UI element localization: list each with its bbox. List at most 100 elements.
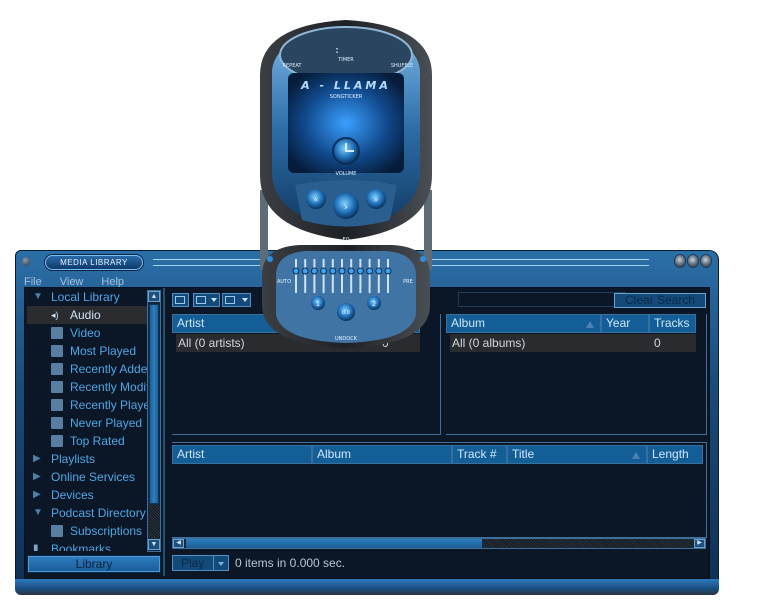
eq-slider-handle[interactable]	[356, 267, 364, 275]
eq-slider-track[interactable]	[322, 259, 325, 293]
column-header-album[interactable]: Album	[446, 314, 601, 333]
window-menu-knob[interactable]	[22, 257, 30, 266]
eq-slider-handle[interactable]	[301, 267, 309, 275]
view-layout-button[interactable]	[193, 293, 220, 307]
undock-button[interactable]: UNDOCK	[335, 336, 358, 342]
expanded-triangle-icon[interactable]: ▼	[33, 290, 43, 306]
table-row[interactable]: All (0 albums) 0	[450, 334, 696, 352]
player-skin: : TIMER REPEAT SHUFFLE A - LLAMA SONGTIC…	[260, 20, 432, 348]
eq-slider-handle[interactable]	[384, 267, 392, 275]
collapsed-triangle-icon[interactable]: ▶	[33, 486, 41, 504]
collapsed-triangle-icon[interactable]: ▶	[33, 450, 41, 468]
chevron-down-icon	[211, 298, 217, 302]
eq-toggle[interactable]: EQ	[342, 237, 349, 243]
folder-icon	[51, 525, 63, 537]
column-header-tracks[interactable]: Tracks	[649, 314, 696, 333]
recently-added-icon	[51, 363, 63, 375]
columns-icon	[225, 296, 235, 304]
column-header-album[interactable]: Album	[312, 445, 452, 464]
eq-presets-button[interactable]: PRE	[403, 279, 413, 285]
sidebar-item-label: Playlists	[51, 452, 96, 466]
scroll-right-button[interactable]: ▶	[694, 539, 705, 548]
scroll-left-button[interactable]: ◀	[173, 539, 184, 548]
sidebar-scroll-thumb[interactable]	[149, 304, 159, 504]
book-icon[interactable]: ▮	[33, 540, 39, 551]
previous-icon: «	[314, 195, 319, 204]
library-button[interactable]: Library	[27, 555, 161, 573]
repeat-toggle[interactable]: REPEAT	[283, 63, 303, 69]
close-button[interactable]	[701, 255, 711, 267]
eq-slider-track[interactable]	[359, 259, 362, 293]
play-button[interactable]: Play	[172, 555, 214, 571]
recently-played-icon	[51, 399, 63, 411]
shuffle-toggle[interactable]: SHUFFLE	[391, 63, 413, 69]
sidebar-tree: ▼ Local Library ◂) Audio Video Most Played Rec…	[27, 290, 160, 551]
svg-text::: :	[334, 45, 340, 56]
eq-indicator-left	[267, 256, 273, 262]
eq-slider-handle[interactable]	[366, 267, 374, 275]
volume-label: VOLUME	[336, 171, 357, 177]
sidebar-item-label: Recently Added	[70, 362, 155, 376]
never-played-icon	[51, 417, 63, 429]
eq-slider-track[interactable]	[341, 259, 343, 293]
collapsed-triangle-icon[interactable]: ▶	[33, 468, 41, 486]
eq-slider-handle[interactable]	[310, 267, 318, 275]
sidebar-item-label: Online Services	[51, 470, 136, 484]
eq-slider-handle[interactable]	[338, 267, 346, 275]
eq-auto-toggle[interactable]: AUTO	[277, 279, 291, 285]
eq-slider-track[interactable]	[295, 259, 297, 293]
window-title: MEDIA LIBRARY	[45, 255, 143, 270]
sidebar-divider[interactable]	[163, 288, 165, 576]
tracks-count-cell: 0	[654, 336, 661, 350]
songticker-display: A - LLAMA	[300, 79, 391, 92]
scroll-up-button[interactable]: ▲	[148, 291, 160, 302]
speaker-icon: ◂)	[51, 310, 59, 320]
sidebar-item[interactable]: ◂) Audio	[27, 306, 147, 324]
eq-slider-track[interactable]	[331, 259, 334, 293]
album-art-toggle-button[interactable]	[172, 293, 189, 307]
minimize-button[interactable]	[675, 255, 685, 267]
column-header-length[interactable]: Length	[647, 445, 703, 464]
horizontal-scrollbar[interactable]: ◀ ▶	[172, 538, 706, 549]
eq-slider-handle[interactable]	[320, 267, 328, 275]
sidebar-item-label: Recently Played	[70, 398, 157, 412]
search-input[interactable]	[458, 292, 626, 307]
track-list: Artist Album Track # Title Length	[172, 442, 707, 538]
svg-text:0.0: 0.0	[342, 310, 350, 316]
svg-text:2: 2	[372, 300, 376, 308]
smart-view-icon	[51, 345, 63, 357]
eq-slider-track[interactable]	[368, 259, 371, 293]
horizontal-scroll-thumb[interactable]	[186, 539, 482, 548]
column-header-title[interactable]: Title	[507, 445, 647, 464]
scroll-track[interactable]	[148, 505, 160, 539]
sidebar-item-label: Top Rated	[70, 434, 125, 448]
eq-slider-handle[interactable]	[292, 267, 300, 275]
play-options-dropdown[interactable]	[213, 555, 229, 571]
timer-label[interactable]: TIMER	[337, 57, 354, 63]
sidebar-item-label: Audio	[70, 308, 101, 322]
expanded-triangle-icon[interactable]: ▼	[33, 504, 43, 522]
window-bottom-frame	[15, 579, 719, 595]
column-header-track-number[interactable]: Track #	[452, 445, 507, 464]
status-text: 0 items in 0.000 sec.	[235, 556, 346, 570]
sidebar-item-label: Never Played	[70, 416, 143, 430]
eq-slider-track[interactable]	[387, 259, 389, 293]
sidebar-scrollbar[interactable]: ▲ ▼	[147, 290, 161, 552]
clear-search-button[interactable]: Clear Search	[614, 293, 706, 308]
maximize-button[interactable]	[688, 255, 698, 267]
eq-slider-track[interactable]	[377, 259, 380, 293]
scroll-down-button[interactable]: ▼	[148, 539, 160, 550]
eq-slider-track[interactable]	[350, 259, 353, 293]
sidebar-item-label: Subscriptions	[70, 524, 143, 538]
eq-slider-track[interactable]	[313, 259, 316, 293]
sidebar-item-label: Devices	[51, 488, 94, 502]
eq-slider-handle[interactable]	[347, 267, 355, 275]
column-header-year[interactable]: Year	[601, 314, 649, 333]
eq-slider-track[interactable]	[304, 259, 307, 293]
sidebar-item-label: Local Library	[51, 290, 120, 304]
eq-indicator-right	[420, 256, 426, 262]
eq-slider-handle[interactable]	[375, 267, 383, 275]
eq-slider-handle[interactable]	[329, 267, 337, 275]
column-header-artist[interactable]: Artist	[172, 445, 312, 464]
album-cell: All (0 albums)	[452, 336, 526, 350]
